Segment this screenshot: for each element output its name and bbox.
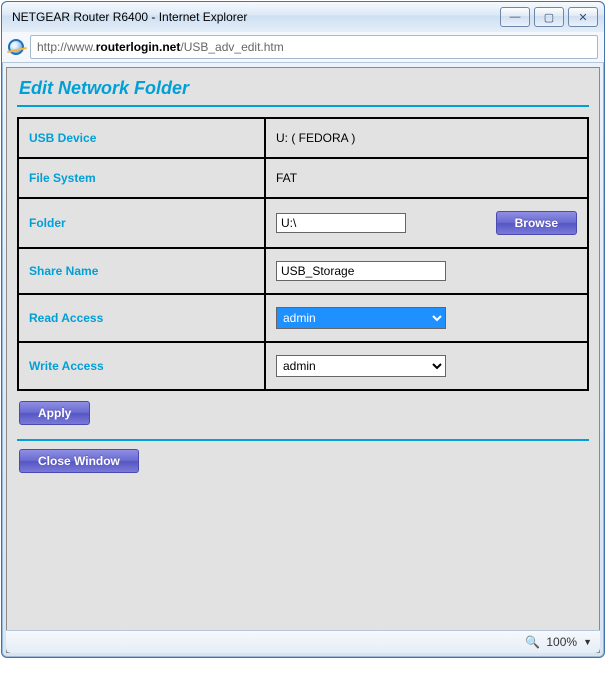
- row-share-name: Share Name: [18, 248, 588, 294]
- close-button[interactable]: ✕: [568, 7, 598, 27]
- page-content: Edit Network Folder USB Device U: ( FEDO…: [6, 67, 600, 653]
- url-scheme: http://www.: [37, 40, 96, 54]
- row-folder: Folder Browse: [18, 198, 588, 248]
- divider: [17, 105, 589, 107]
- label-read-access: Read Access: [18, 294, 265, 342]
- zoom-level[interactable]: 100%: [546, 635, 577, 649]
- url-path: /USB_adv_edit.htm: [180, 40, 283, 54]
- row-file-system: File System FAT: [18, 158, 588, 198]
- url-host: routerlogin.net: [96, 40, 181, 54]
- page-title: Edit Network Folder: [17, 78, 589, 105]
- share-name-input[interactable]: [276, 261, 446, 281]
- label-share-name: Share Name: [18, 248, 265, 294]
- close-window-button[interactable]: Close Window: [19, 449, 139, 473]
- label-folder: Folder: [18, 198, 265, 248]
- status-bar: 🔍 100% ▼: [6, 630, 600, 653]
- zoom-icon[interactable]: 🔍: [525, 635, 540, 649]
- apply-button[interactable]: Apply: [19, 401, 90, 425]
- settings-table: USB Device U: ( FEDORA ) File System FAT…: [17, 117, 589, 391]
- titlebar: NETGEAR Router R6400 - Internet Explorer…: [2, 2, 604, 32]
- ie-icon: [8, 39, 24, 55]
- row-usb-device: USB Device U: ( FEDORA ): [18, 118, 588, 158]
- row-write-access: Write Access admin: [18, 342, 588, 390]
- folder-input[interactable]: [276, 213, 406, 233]
- write-access-select[interactable]: admin: [276, 355, 446, 377]
- window-buttons: — ▢ ✕: [500, 7, 598, 27]
- label-usb-device: USB Device: [18, 118, 265, 158]
- browser-window: NETGEAR Router R6400 - Internet Explorer…: [1, 1, 605, 658]
- minimize-button[interactable]: —: [500, 7, 530, 27]
- window-title: NETGEAR Router R6400 - Internet Explorer: [12, 10, 500, 24]
- browse-button[interactable]: Browse: [496, 211, 577, 235]
- maximize-button[interactable]: ▢: [534, 7, 564, 27]
- read-access-select[interactable]: admin: [276, 307, 446, 329]
- address-bar: http://www.routerlogin.net/USB_adv_edit.…: [2, 32, 604, 63]
- value-usb-device: U: ( FEDORA ): [276, 131, 355, 145]
- value-file-system: FAT: [276, 171, 297, 185]
- divider: [17, 439, 589, 441]
- label-file-system: File System: [18, 158, 265, 198]
- url-field[interactable]: http://www.routerlogin.net/USB_adv_edit.…: [30, 35, 598, 59]
- label-write-access: Write Access: [18, 342, 265, 390]
- row-read-access: Read Access admin: [18, 294, 588, 342]
- zoom-dropdown-icon[interactable]: ▼: [583, 637, 592, 647]
